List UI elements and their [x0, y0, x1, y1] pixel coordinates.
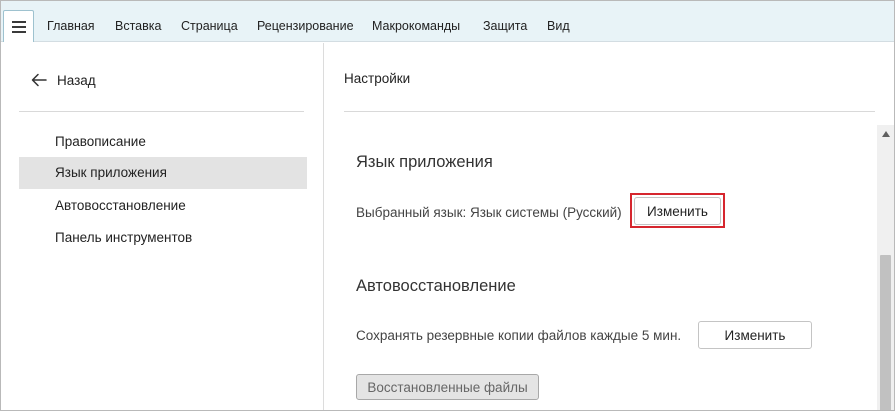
tab-insert[interactable]: Вставка [115, 19, 161, 33]
change-autosave-button[interactable]: Изменить [698, 321, 812, 349]
tab-review[interactable]: Рецензирование [257, 19, 354, 33]
sidebar-item-spelling[interactable]: Правописание [19, 126, 307, 158]
sidebar-item-autorecovery[interactable]: Автовосстановление [19, 190, 307, 222]
scroll-up-button[interactable] [877, 127, 894, 141]
sidebar-item-app-language[interactable]: Язык приложения [19, 157, 307, 189]
chevron-up-icon [881, 131, 890, 137]
autorecovery-section-heading: Автовосстановление [356, 277, 516, 295]
content-divider [344, 111, 875, 112]
menubar: Главная Вставка Страница Рецензирование … [1, 1, 894, 42]
settings-window: Главная Вставка Страница Рецензирование … [0, 0, 895, 411]
language-section-heading: Язык приложения [356, 153, 493, 171]
sidebar-divider [19, 111, 304, 112]
main-menu-button[interactable] [3, 10, 34, 42]
tab-macros[interactable]: Макрокоманды [372, 19, 460, 33]
back-button[interactable]: Назад [31, 70, 96, 90]
selected-language-text: Выбранный язык: Язык системы (Русский) [356, 205, 622, 220]
tab-page[interactable]: Страница [181, 19, 238, 33]
sidebar-item-toolbar[interactable]: Панель инструментов [19, 222, 307, 254]
tab-view[interactable]: Вид [547, 19, 570, 33]
recovered-files-button[interactable]: Восстановленные файлы [356, 374, 539, 400]
vertical-scrollbar[interactable] [877, 125, 894, 410]
back-label: Назад [57, 72, 96, 88]
page-title: Настройки [344, 71, 411, 86]
tab-protect[interactable]: Защита [483, 19, 527, 33]
hamburger-icon [11, 20, 26, 33]
change-language-button[interactable]: Изменить [634, 197, 721, 225]
panel-splitter [323, 43, 324, 410]
autosave-interval-text: Сохранять резервные копии файлов каждые … [356, 328, 682, 343]
scroll-thumb[interactable] [880, 255, 891, 410]
tab-home[interactable]: Главная [47, 19, 95, 33]
arrow-left-icon [31, 73, 47, 87]
